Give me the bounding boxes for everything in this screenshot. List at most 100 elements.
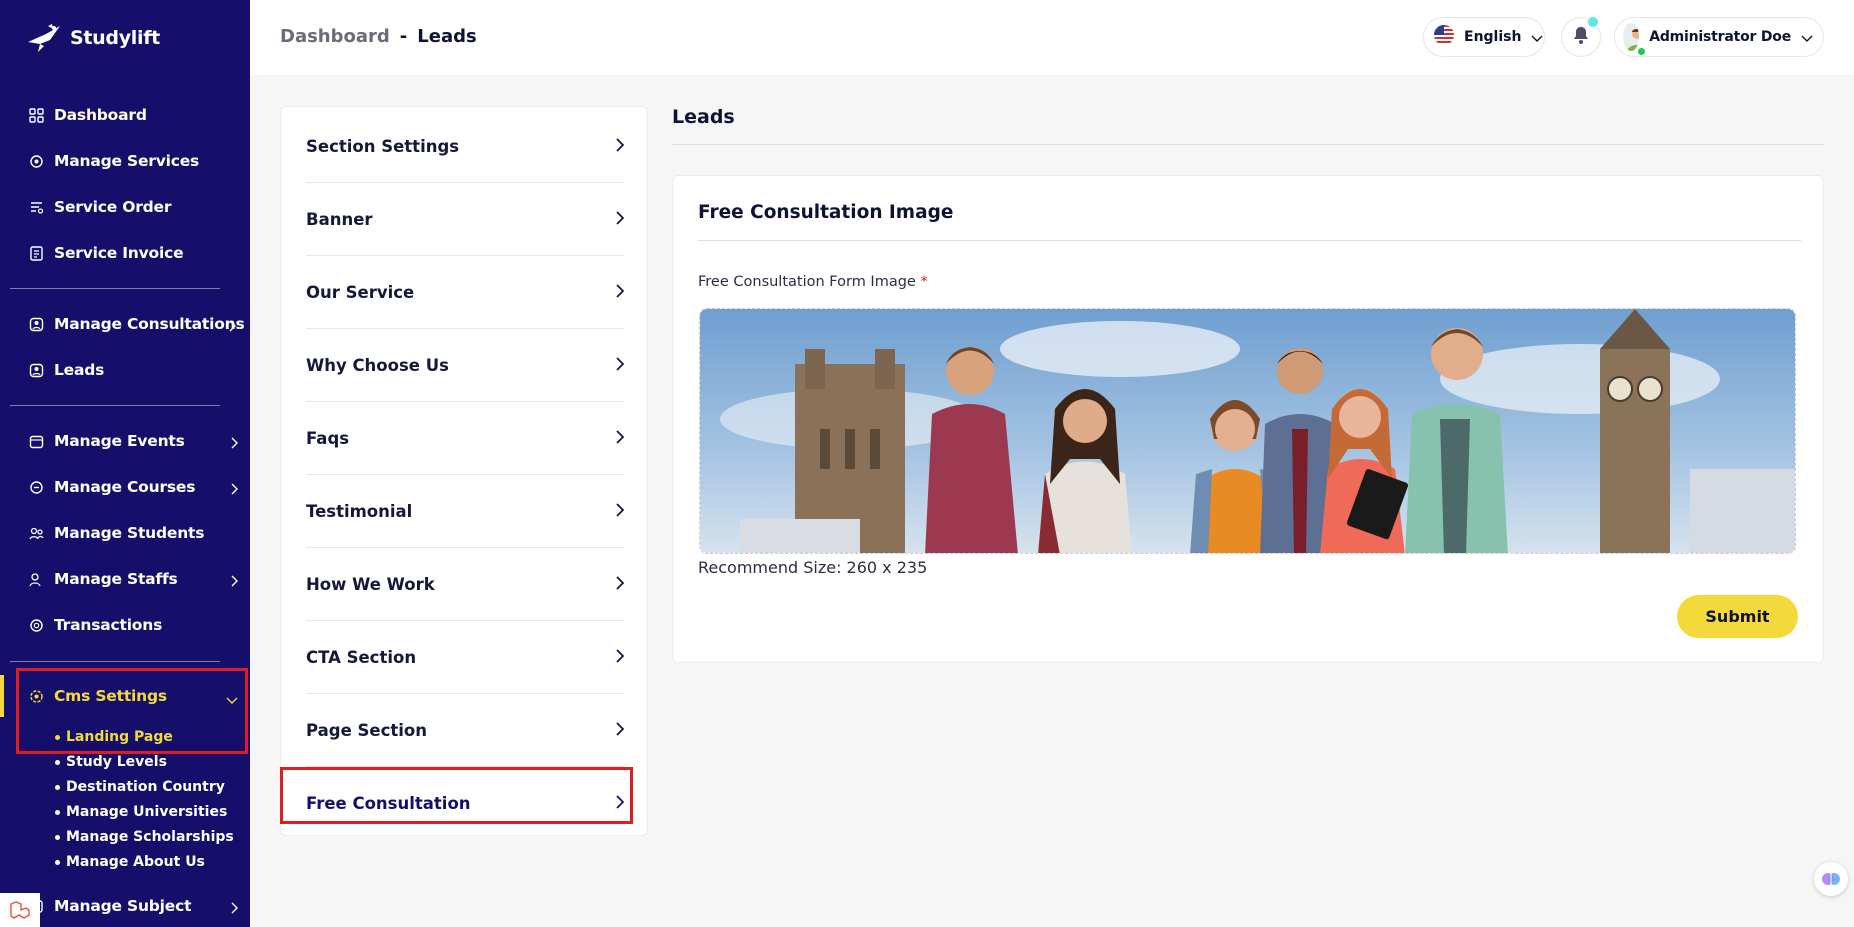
bullet-icon bbox=[55, 809, 60, 815]
subitem-label: Landing Page bbox=[66, 729, 173, 745]
sidebar-divider bbox=[10, 661, 220, 662]
card-title: Free Consultation Image bbox=[698, 202, 954, 223]
sidebar-subitem-study-levels[interactable]: Study Levels bbox=[55, 754, 167, 770]
sidebar-item-label: Manage Courses bbox=[54, 478, 196, 496]
sidebar-subitem-manage-scholarships[interactable]: Manage Scholarships bbox=[55, 829, 234, 845]
sidebar-item-label: Leads bbox=[54, 361, 105, 379]
subitem-label: Study Levels bbox=[66, 754, 167, 770]
settings-item-page-section[interactable]: Page Section bbox=[306, 694, 625, 767]
sidebar-item-dashboard[interactable]: Dashboard bbox=[0, 95, 250, 135]
settings-item-how-we-work[interactable]: How We Work bbox=[306, 548, 625, 621]
brand-logo[interactable]: Studylift bbox=[26, 22, 160, 54]
highlight-box bbox=[280, 767, 633, 824]
subitem-label: Manage Universities bbox=[66, 804, 228, 820]
language-label: English bbox=[1464, 29, 1522, 45]
breadcrumb-parent[interactable]: Dashboard bbox=[280, 26, 390, 47]
sidebar-item-manage-courses[interactable]: Manage Courses bbox=[0, 467, 250, 507]
sidebar-item-transactions[interactable]: Transactions bbox=[0, 605, 250, 645]
chevron-right-icon bbox=[230, 434, 238, 453]
laravel-debug-icon[interactable] bbox=[0, 893, 40, 927]
sidebar-item-manage-consultations[interactable]: Manage Consultations bbox=[0, 304, 250, 344]
services-icon bbox=[28, 153, 44, 169]
sidebar-item-manage-services[interactable]: Manage Services bbox=[0, 141, 250, 181]
bullet-icon bbox=[55, 834, 60, 840]
subitem-label: Manage About Us bbox=[66, 854, 205, 870]
sidebar-item-label: Service Invoice bbox=[54, 244, 184, 262]
breadcrumb-separator: - bbox=[399, 26, 408, 47]
notification-dot bbox=[1588, 17, 1598, 27]
sidebar: Studylift Dashboard Manage Services Serv… bbox=[0, 0, 250, 927]
sidebar-subitem-manage-universities[interactable]: Manage Universities bbox=[55, 804, 227, 820]
sidebar-item-label: Manage Consultations bbox=[54, 315, 245, 333]
divider bbox=[698, 240, 1801, 241]
submit-button[interactable]: Submit bbox=[1677, 595, 1798, 638]
user-name: Administrator Doe bbox=[1649, 29, 1791, 45]
settings-item-label: Why Choose Us bbox=[306, 355, 449, 375]
bullet-icon bbox=[55, 734, 60, 740]
settings-item-label: Faqs bbox=[306, 428, 350, 448]
sidebar-item-label: Service Order bbox=[54, 198, 172, 216]
calendar-icon bbox=[28, 433, 44, 449]
image-upload-preview[interactable] bbox=[699, 308, 1796, 554]
chevron-down-icon bbox=[1801, 28, 1813, 47]
chevron-right-icon bbox=[230, 480, 238, 499]
settings-item-cta-section[interactable]: CTA Section bbox=[306, 621, 625, 694]
language-selector[interactable]: English bbox=[1423, 17, 1545, 57]
sidebar-item-manage-students[interactable]: Manage Students bbox=[0, 513, 250, 553]
notifications-button[interactable] bbox=[1561, 17, 1601, 57]
sidebar-item-label: Manage Subject bbox=[54, 897, 192, 915]
sidebar-item-service-invoice[interactable]: Service Invoice bbox=[0, 233, 250, 273]
settings-item-banner[interactable]: Banner bbox=[306, 183, 625, 256]
sidebar-item-manage-staffs[interactable]: Manage Staffs bbox=[0, 559, 250, 599]
free-consultation-card: Free Consultation Image Free Consultatio… bbox=[672, 175, 1824, 663]
image-field-label: Free Consultation Form Image * bbox=[698, 274, 928, 290]
recommended-size-hint: Recommend Size: 260 x 235 bbox=[698, 558, 928, 577]
transactions-icon bbox=[28, 617, 44, 633]
leads-icon bbox=[28, 362, 44, 378]
sidebar-item-manage-events[interactable]: Manage Events bbox=[0, 421, 250, 461]
consultation-icon bbox=[28, 316, 44, 332]
breadcrumb: Dashboard - Leads bbox=[280, 26, 477, 47]
courses-icon bbox=[28, 479, 44, 495]
settings-item-why-choose-us[interactable]: Why Choose Us bbox=[306, 329, 625, 402]
bullet-icon bbox=[55, 759, 60, 765]
sidebar-item-service-order[interactable]: Service Order bbox=[0, 187, 250, 227]
sidebar-subitem-destination-country[interactable]: Destination Country bbox=[55, 779, 225, 795]
chevron-right-icon bbox=[615, 283, 625, 302]
chevron-down-icon bbox=[1531, 28, 1543, 47]
sidebar-divider bbox=[10, 405, 220, 406]
settings-item-faqs[interactable]: Faqs bbox=[306, 402, 625, 475]
chevron-right-icon bbox=[615, 429, 625, 448]
students-photo-image bbox=[700, 309, 1795, 553]
top-header: Dashboard - Leads English Administrator … bbox=[250, 0, 1854, 75]
cms-settings-menu: Section Settings Banner Our Service Why … bbox=[280, 106, 648, 836]
sidebar-subitem-manage-about-us[interactable]: Manage About Us bbox=[55, 854, 205, 870]
settings-item-section-settings[interactable]: Section Settings bbox=[306, 110, 625, 183]
breadcrumb-current: Leads bbox=[417, 26, 477, 47]
subitem-label: Manage Scholarships bbox=[66, 829, 234, 845]
user-menu[interactable]: Administrator Doe bbox=[1614, 17, 1824, 57]
sidebar-item-label: Transactions bbox=[54, 616, 163, 634]
chevron-right-icon bbox=[615, 502, 625, 521]
students-icon bbox=[28, 525, 44, 541]
settings-item-testimonial[interactable]: Testimonial bbox=[306, 475, 625, 548]
sidebar-subitem-landing-page[interactable]: Landing Page bbox=[55, 729, 173, 745]
chevron-right-icon bbox=[615, 210, 625, 229]
brand-mark-icon bbox=[28, 24, 60, 52]
chevron-right-icon bbox=[615, 721, 625, 740]
settings-item-our-service[interactable]: Our Service bbox=[306, 256, 625, 329]
chevron-right-icon bbox=[615, 356, 625, 375]
chevron-right-icon bbox=[615, 575, 625, 594]
avatar bbox=[1623, 23, 1640, 51]
required-marker: * bbox=[920, 274, 928, 290]
sidebar-item-leads[interactable]: Leads bbox=[0, 350, 250, 390]
chevron-right-icon bbox=[230, 899, 238, 918]
sidebar-item-label: Dashboard bbox=[54, 106, 147, 124]
settings-item-label: Banner bbox=[306, 209, 373, 229]
subitem-label: Destination Country bbox=[66, 779, 225, 795]
staffs-icon bbox=[28, 571, 44, 587]
assistant-brain-icon[interactable] bbox=[1814, 862, 1848, 896]
chevron-right-icon bbox=[230, 572, 238, 591]
page-title: Leads bbox=[672, 106, 735, 128]
settings-item-label: Page Section bbox=[306, 720, 428, 740]
